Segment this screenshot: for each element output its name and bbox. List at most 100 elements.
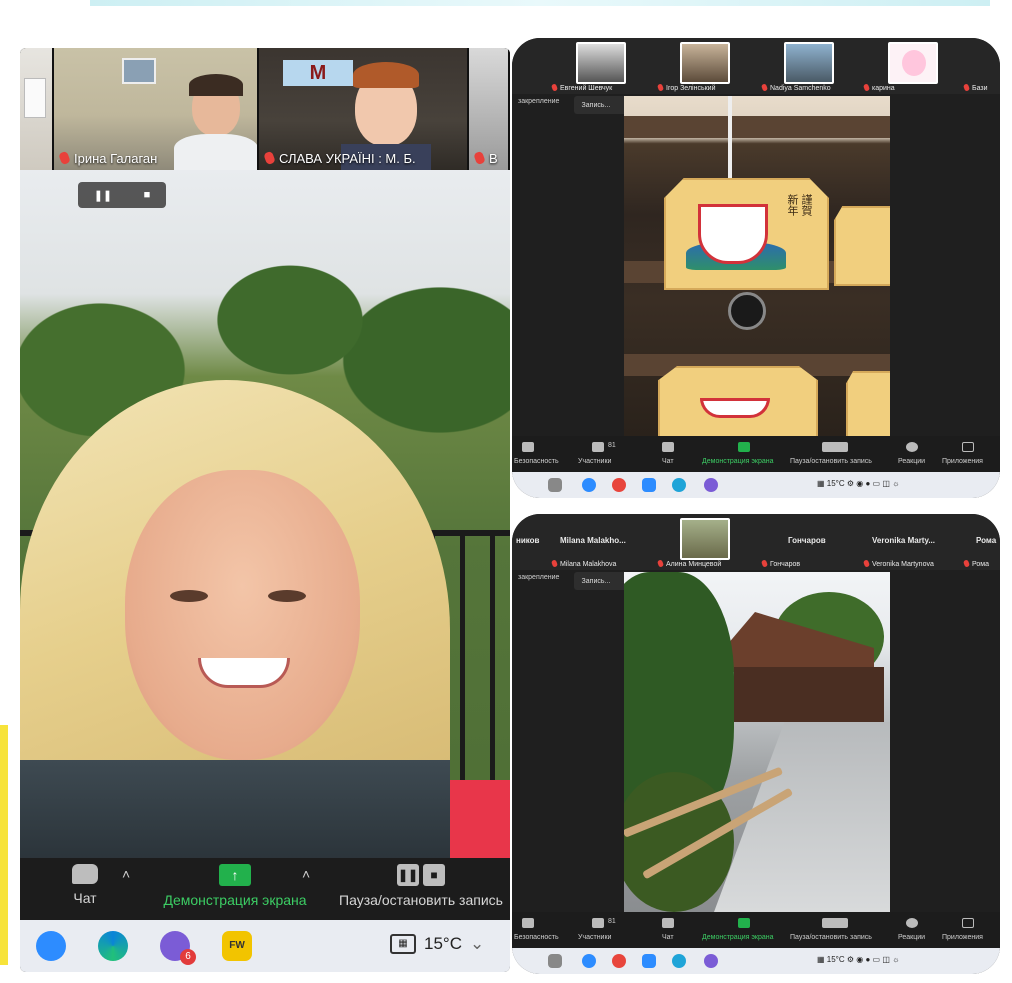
participant-tile[interactable] [20,48,54,170]
participant-shirt [174,134,257,170]
mic-muted-icon [656,83,665,92]
chrome-icon[interactable] [612,954,626,968]
pause-stop-icon[interactable] [822,918,848,928]
pause-stop-label[interactable]: Пауза/остановить запись [790,458,872,465]
weather-icon[interactable]: ▦ [390,934,416,954]
search-icon[interactable] [548,478,562,492]
chat-icon[interactable] [662,442,674,452]
participant-tile[interactable] [888,42,938,84]
participant-tile[interactable]: В [469,48,510,170]
reactions-icon[interactable] [906,918,918,928]
share-screen-icon[interactable] [738,442,750,452]
ema-text: 謹賀 [800,194,813,216]
chat-label[interactable]: Чат [662,934,674,941]
system-tray: ▦ 15°C ⚙ ◉ ● ▭ ◫ ☼ [817,955,900,964]
share-screen-icon[interactable] [738,918,750,928]
apps-label[interactable]: Приложения [942,934,983,941]
windows-taskbar: ▦ 15°C ⚙ ◉ ● ▭ ◫ ☼ [512,472,1000,498]
pause-icon[interactable]: ❚❚ [94,189,112,202]
participant-tile[interactable]: Ірина Галаган [54,48,259,170]
search-icon[interactable] [548,954,562,968]
participant-tile[interactable] [784,42,834,84]
speaker-eye-left [170,590,208,602]
pin-label[interactable]: закрепление [518,574,559,581]
chevron-up-icon[interactable]: ˄ [302,866,310,882]
chevron-up-icon[interactable]: ˄ [122,866,130,882]
share-screen-button[interactable]: ↑ Демонстрация экрана [150,864,320,908]
apps-icon[interactable] [962,918,974,928]
participants-icon[interactable] [592,918,604,928]
temperature[interactable]: 15°C [827,479,845,488]
reactions-icon[interactable] [906,442,918,452]
chat-button[interactable]: Чат [70,864,100,906]
collage: Ірина Галаган M СЛАВА УКРАЇНІ : М. Б. В … [0,0,1012,983]
participant-hair [189,74,243,96]
edge-browser-icon[interactable] [672,954,686,968]
viber-icon[interactable] [704,954,718,968]
participant-name: Veronika Martynova [872,561,934,568]
participants-label[interactable]: Участники [578,458,611,465]
windows-taskbar: ▦ 15°C ⚙ ◉ ● ▭ ◫ ☼ [512,948,1000,974]
security-label[interactable]: Безопасность [514,458,559,465]
zoom-app-icon[interactable] [582,954,596,968]
ema-text: 新年 [786,194,799,216]
shield-icon[interactable] [522,918,534,928]
temple-path-photo [624,572,890,912]
participant-tile[interactable] [576,42,626,84]
zoom-app-icon[interactable] [582,478,596,492]
reactions-label[interactable]: Реакции [898,458,925,465]
ema-plaque: 謹賀 新年 [664,178,829,290]
participant-name: Nadiya Samchenko [770,85,831,92]
chat-label[interactable]: Чат [662,458,674,465]
meeting-toolbar: Чат ˄ ↑ Демонстрация экрана ˄ ❚❚ ■ Пауза/… [20,858,510,920]
pause-stop-icon: ❚❚ ■ [332,864,510,886]
share-screen-label[interactable]: Демонстрация экрана [702,934,774,941]
right-bottom-zoom-window: ников Milana Malakho... Гончаров Veronik… [512,514,1000,974]
viber-icon[interactable] [704,478,718,492]
participant-tile[interactable] [680,42,730,84]
security-label[interactable]: Безопасность [514,934,559,941]
edge-browser-icon[interactable] [672,478,686,492]
mic-muted-icon [962,83,971,92]
pause-stop-label: Пауза/остановить запись [339,892,503,908]
active-speaker-video: ❚❚ ■ [20,170,510,858]
app-icon[interactable]: FW [222,931,252,961]
participants-count: 81 [608,918,616,925]
mic-muted-icon [862,83,871,92]
participant-name: Ігор Зелінський [666,85,716,92]
mic-muted-icon [962,559,971,568]
apps-icon[interactable] [962,442,974,452]
reactions-label[interactable]: Реакции [898,934,925,941]
mic-muted-icon [550,83,559,92]
shield-icon[interactable] [522,442,534,452]
temperature[interactable]: 15°C [424,934,462,954]
app-icon[interactable] [642,478,656,492]
mic-muted-icon [550,559,559,568]
participant-tile[interactable]: M СЛАВА УКРАЇНІ : М. Б. [259,48,469,170]
pause-stop-recording-button[interactable]: ❚❚ ■ Пауза/остановить запись [332,864,510,908]
participants-icon[interactable] [592,442,604,452]
participant-name: Алина Минцевой [666,561,722,568]
mic-muted-icon [656,559,665,568]
stop-icon[interactable]: ■ [144,189,151,201]
ema-string [728,96,732,186]
participant-tile[interactable] [680,518,730,560]
mic-muted-icon [760,559,769,568]
pin-label[interactable]: закрепление [518,98,559,105]
pause-stop-label[interactable]: Пауза/остановить запись [790,934,872,941]
edge-browser-icon[interactable] [98,931,128,961]
chat-icon[interactable] [662,918,674,928]
pause-stop-icon[interactable] [822,442,848,452]
participant-strip: Евгений Шевчук Ігор Зелінський Nadiya Sa… [512,38,1000,94]
tray-overflow-icon[interactable]: ⌄ [470,934,484,954]
chrome-icon[interactable] [612,478,626,492]
temperature[interactable]: 15°C [827,955,845,964]
recording-controls[interactable]: ❚❚ ■ [78,182,166,208]
participants-label[interactable]: Участники [578,934,611,941]
apps-label[interactable]: Приложения [942,458,983,465]
zoom-app-icon[interactable] [36,931,66,961]
app-icon[interactable] [642,954,656,968]
viber-icon[interactable]: 6 [160,931,196,965]
participant-name: ников [516,536,540,545]
share-screen-label[interactable]: Демонстрация экрана [702,458,774,465]
